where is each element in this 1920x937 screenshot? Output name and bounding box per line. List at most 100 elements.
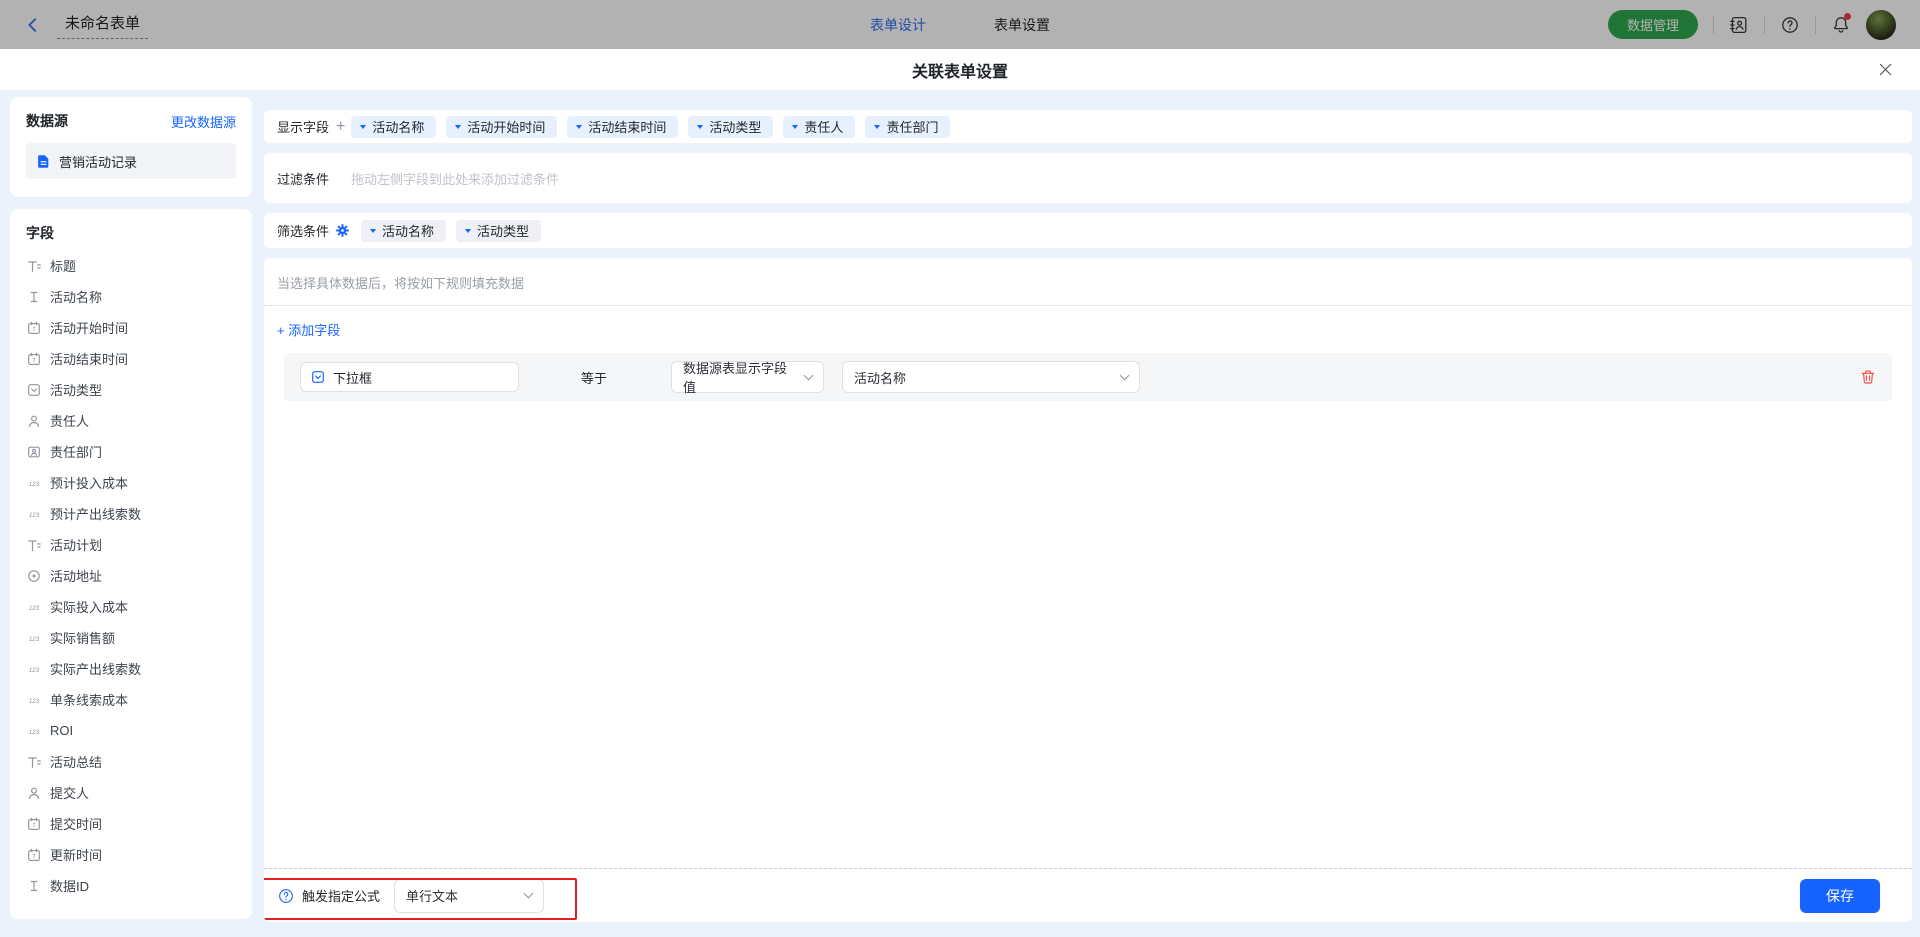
- panel-footer: 触发指定公式 单行文本 保存: [264, 868, 1912, 922]
- field-label: 活动结束时间: [50, 349, 128, 368]
- screen-condition-chip[interactable]: 活动名称: [361, 220, 446, 242]
- datasource-item[interactable]: 营销活动记录: [26, 143, 236, 179]
- change-datasource-link[interactable]: 更改数据源: [171, 112, 236, 131]
- field-label: 活动名称: [50, 287, 102, 306]
- source-type-value: 数据源表显示字段值: [683, 358, 797, 396]
- source-field-value: 活动名称: [854, 368, 906, 387]
- operator-label: 等于: [581, 368, 607, 387]
- field-item[interactable]: 活动类型: [26, 374, 236, 405]
- field-item[interactable]: 123 ROI: [26, 715, 236, 746]
- screen-condition-label: 筛选条件: [277, 221, 329, 240]
- trash-icon[interactable]: [1860, 369, 1876, 385]
- field-label: 提交时间: [50, 814, 102, 833]
- datasource-title: 数据源: [26, 111, 68, 131]
- field-label: 实际销售额: [50, 628, 115, 647]
- field-label: 责任部门: [50, 442, 102, 461]
- filter-condition-row[interactable]: 过滤条件 拖动左侧字段到此处来添加过滤条件: [264, 153, 1912, 203]
- spacer: [264, 401, 1912, 868]
- field-type-icon: [26, 755, 41, 769]
- question-circle-icon[interactable]: [278, 888, 294, 904]
- dropdown-select-icon: [311, 370, 325, 384]
- chip-label: 活动结束时间: [588, 117, 666, 136]
- svg-text:123: 123: [28, 728, 39, 735]
- svg-text:123: 123: [28, 604, 39, 611]
- field-item[interactable]: 123 实际投入成本: [26, 591, 236, 622]
- field-label: 活动类型: [50, 380, 102, 399]
- svg-text:123: 123: [28, 480, 39, 487]
- chip-label: 活动名称: [382, 221, 434, 240]
- screen-condition-chip[interactable]: 活动类型: [456, 220, 541, 242]
- svg-text:123: 123: [28, 697, 39, 704]
- chevron-down-icon: [524, 889, 534, 899]
- field-label: 更新时间: [50, 845, 102, 864]
- field-item[interactable]: 123 预计产出线索数: [26, 498, 236, 529]
- trigger-formula-select[interactable]: 单行文本: [394, 879, 544, 913]
- field-type-icon: [26, 445, 41, 459]
- field-item[interactable]: 7 活动开始时间: [26, 312, 236, 343]
- field-item[interactable]: 7 更新时间: [26, 839, 236, 870]
- fields-title: 字段: [26, 223, 236, 243]
- field-label: 活动计划: [50, 535, 102, 554]
- field-label: 活动地址: [50, 566, 102, 585]
- add-field-link[interactable]: + 添加字段: [264, 306, 353, 339]
- field-item[interactable]: 123 单条线索成本: [26, 684, 236, 715]
- display-field-chip[interactable]: 责任部门: [865, 116, 950, 138]
- field-item[interactable]: 123 实际销售额: [26, 622, 236, 653]
- display-field-chip[interactable]: 责任人: [783, 116, 855, 138]
- caret-down-icon: [360, 125, 366, 129]
- display-fields-row: 显示字段 + 活动名称 活动开始时间: [264, 110, 1912, 143]
- svg-text:123: 123: [28, 635, 39, 642]
- caret-down-icon: [465, 229, 471, 233]
- main-content: 显示字段 + 活动名称 活动开始时间: [264, 110, 1912, 922]
- display-field-chip[interactable]: 活动开始时间: [446, 116, 557, 138]
- field-item[interactable]: 7 活动结束时间: [26, 343, 236, 374]
- caret-down-icon: [874, 125, 880, 129]
- field-item[interactable]: 7 提交时间: [26, 808, 236, 839]
- chevron-down-icon: [1120, 370, 1130, 380]
- display-field-chip[interactable]: 活动结束时间: [567, 116, 678, 138]
- screen-condition-row: 筛选条件 活动名称 活动类型: [264, 213, 1912, 248]
- field-type-icon: [26, 569, 41, 583]
- field-label: 提交人: [50, 783, 89, 802]
- field-item[interactable]: 标题: [26, 250, 236, 281]
- save-button[interactable]: 保存: [1800, 879, 1880, 913]
- field-type-icon: 123: [26, 476, 41, 490]
- modal-body: 数据源 更改数据源 营销活动记录 字段 标题: [0, 90, 1920, 937]
- trigger-formula-value: 单行文本: [406, 886, 458, 905]
- field-item[interactable]: 数据ID: [26, 870, 236, 901]
- field-type-icon: 123: [26, 507, 41, 521]
- field-label: 预计产出线索数: [50, 504, 141, 523]
- caret-down-icon: [697, 125, 703, 129]
- field-item[interactable]: 活动地址: [26, 560, 236, 591]
- target-field-select[interactable]: 下拉框: [300, 362, 519, 392]
- trigger-formula-label: 触发指定公式: [302, 886, 380, 905]
- datasource-item-label: 营销活动记录: [59, 152, 137, 171]
- field-type-icon: 123: [26, 662, 41, 676]
- gear-icon[interactable]: [336, 224, 349, 237]
- field-item[interactable]: 活动总结: [26, 746, 236, 777]
- field-item[interactable]: 责任人: [26, 405, 236, 436]
- field-label: 实际投入成本: [50, 597, 128, 616]
- close-icon[interactable]: [1878, 62, 1893, 77]
- svg-text:7: 7: [32, 823, 36, 829]
- field-item[interactable]: 活动名称: [26, 281, 236, 312]
- field-type-icon: 7: [26, 352, 41, 366]
- top-header: 未命名表单 表单设计 表单设置 数据管理: [0, 0, 1920, 49]
- field-item[interactable]: 123 实际产出线索数: [26, 653, 236, 684]
- field-item[interactable]: 123 预计投入成本: [26, 467, 236, 498]
- field-type-icon: [26, 259, 41, 273]
- field-item[interactable]: 责任部门: [26, 436, 236, 467]
- source-type-select[interactable]: 数据源表显示字段值: [671, 361, 824, 393]
- display-field-chip[interactable]: 活动名称: [351, 116, 436, 138]
- field-item[interactable]: 活动计划: [26, 529, 236, 560]
- svg-text:123: 123: [28, 511, 39, 518]
- source-field-select[interactable]: 活动名称: [842, 361, 1140, 393]
- add-display-field-button[interactable]: +: [336, 119, 345, 135]
- caret-down-icon: [792, 125, 798, 129]
- field-type-icon: 123: [26, 724, 41, 738]
- display-field-chip[interactable]: 活动类型: [688, 116, 773, 138]
- field-item[interactable]: 提交人: [26, 777, 236, 808]
- chip-label: 活动类型: [709, 117, 761, 136]
- field-type-icon: 7: [26, 817, 41, 831]
- modal-backdrop: [0, 0, 1920, 49]
